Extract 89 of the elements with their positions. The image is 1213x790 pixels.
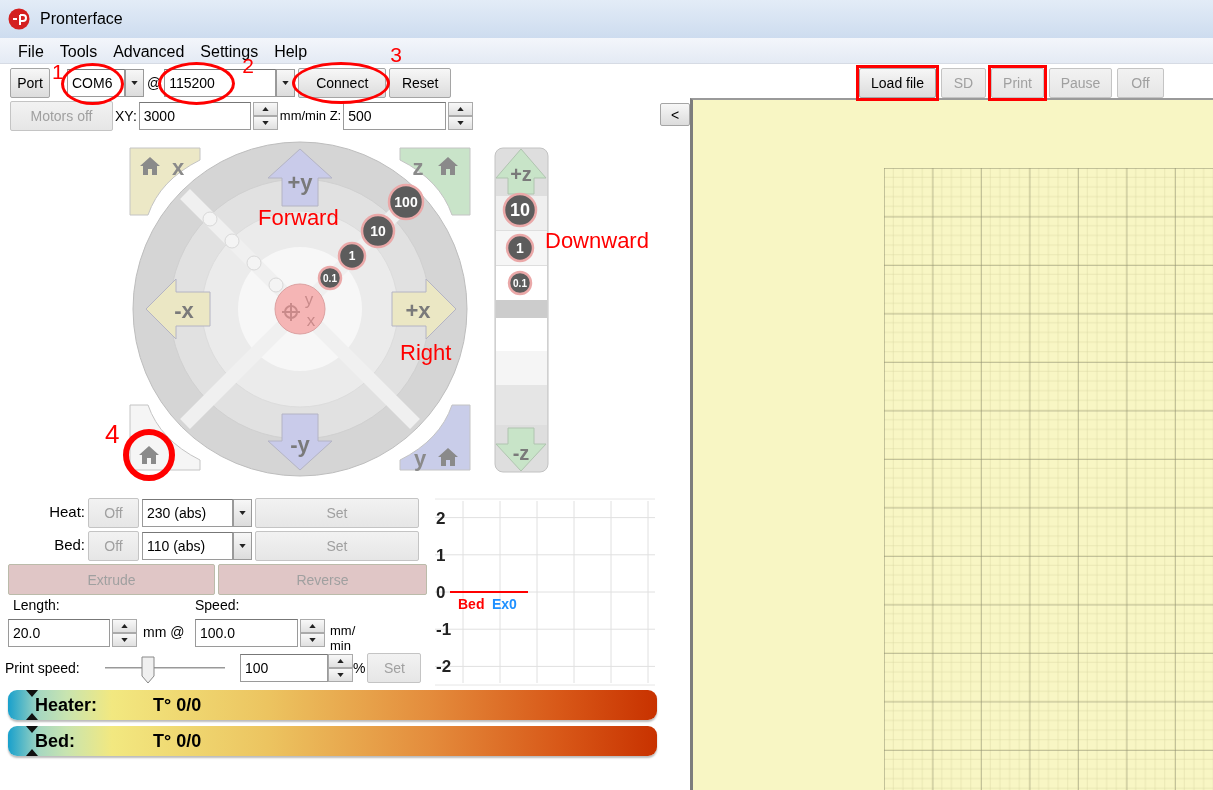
port-field[interactable]: COM6	[67, 69, 125, 97]
axis-tick-label: -1	[436, 620, 452, 640]
menu-item[interactable]: File	[10, 37, 52, 64]
step-button[interactable]: 0.1	[507, 270, 533, 296]
percent-label: %	[353, 658, 366, 678]
home-button[interactable]	[129, 404, 201, 471]
temp-label: Heat:	[48, 502, 85, 523]
caret-icon	[131, 81, 138, 85]
down-arrow-icon	[261, 121, 269, 125]
spin-down-button[interactable]	[328, 668, 353, 682]
speed-unit-label: mm/min	[329, 622, 356, 653]
gauge-reading: T° 0/0	[153, 693, 202, 717]
jog-button[interactable]: -x	[145, 278, 211, 340]
xy-label: XY:	[115, 106, 137, 126]
speed-label: Speed:	[195, 596, 240, 615]
reset-button[interactable]: Reset	[389, 68, 452, 98]
caret-icon	[282, 81, 290, 85]
annotation-label: Downward	[545, 228, 649, 253]
speed-field[interactable]: 100.0	[195, 618, 298, 647]
app-logo-icon	[8, 8, 30, 30]
axis-tick-label: 0	[436, 583, 446, 602]
dropdown-button[interactable]	[125, 69, 144, 97]
xy-feed-field[interactable]: 3000	[138, 102, 251, 130]
length-label: Length:	[13, 596, 61, 615]
step-button[interactable]: 100	[387, 183, 425, 221]
up-arrow-icon	[261, 107, 269, 111]
down-arrow-icon	[121, 637, 128, 642]
dropdown-button[interactable]	[276, 69, 296, 97]
temperature-field[interactable]: 110 (abs)	[142, 531, 233, 560]
temperature-field[interactable]: 230 (abs)	[142, 498, 233, 527]
slider-thumb[interactable]	[141, 656, 156, 684]
step-button[interactable]: 1	[505, 233, 535, 263]
spin-up-button[interactable]	[328, 654, 353, 668]
down-arrow-icon	[457, 121, 465, 125]
legend-label: Bed	[458, 596, 485, 612]
caret-icon	[239, 543, 246, 548]
down-arrow-icon	[337, 673, 344, 677]
spin-down-button[interactable]	[448, 116, 474, 130]
length-unit-label: mm @	[142, 623, 186, 642]
home-icon	[140, 157, 160, 175]
spin-up-button[interactable]	[252, 102, 278, 116]
feed-unit-label: mm/min Z:	[279, 107, 342, 126]
dropdown-button[interactable]	[233, 531, 252, 560]
callout-number: 4	[105, 419, 120, 449]
gauge-label: Bed:	[34, 729, 76, 753]
step-button[interactable]: 0.1	[317, 265, 343, 291]
menu-item[interactable]: Advanced	[105, 37, 193, 64]
spin-up-button[interactable]	[448, 102, 474, 116]
caret-icon	[239, 510, 246, 515]
down-arrow-icon	[309, 637, 316, 642]
print-speed-slider[interactable]	[105, 654, 225, 682]
menu-item[interactable]: Tools	[51, 37, 106, 64]
axis-tick-label: 2	[436, 508, 446, 528]
annotation-label: Right	[400, 340, 452, 365]
step-button[interactable]: 1	[337, 241, 367, 271]
crosshair-icon	[281, 302, 301, 322]
temp-label: Bed:	[53, 535, 85, 556]
home-icon	[438, 157, 458, 175]
up-arrow-icon	[337, 659, 344, 663]
up-arrow-icon	[121, 623, 128, 628]
axis-tick-label: -2	[436, 657, 452, 677]
print-speed-label: Print speed:	[5, 658, 81, 678]
up-arrow-icon	[457, 107, 465, 111]
dropdown-button[interactable]	[233, 498, 252, 527]
annotation-label: Forward	[258, 205, 339, 230]
menu-item[interactable]: Help	[266, 37, 316, 64]
axis-tick-label: 1	[436, 545, 446, 565]
spin-down-button[interactable]	[252, 116, 278, 130]
step-button[interactable]: 10	[502, 192, 538, 228]
step-button[interactable]: 10	[360, 213, 396, 249]
callout-number: 3	[390, 44, 402, 65]
z-feed-field[interactable]: 500	[343, 102, 447, 130]
toolbar-button[interactable]: Load file	[859, 68, 936, 98]
home-icon	[139, 446, 159, 464]
length-field[interactable]: 20.0	[8, 618, 110, 647]
port-button[interactable]: Port	[10, 68, 50, 98]
home-icon	[438, 448, 458, 466]
gauge-label: Heater:	[34, 693, 99, 717]
legend-label: Ex0	[492, 596, 517, 612]
callout-number: 1	[52, 61, 64, 82]
spin-up-button[interactable]	[300, 618, 325, 633]
up-arrow-icon	[309, 623, 316, 628]
window-title: Pronterface	[40, 9, 123, 29]
collapse-button[interactable]: <	[660, 103, 690, 126]
print-speed-field[interactable]: 100	[240, 654, 328, 682]
gauge-reading: T° 0/0	[153, 729, 202, 753]
connect-button[interactable]: Connect	[298, 68, 387, 98]
jog-button[interactable]: +x	[391, 278, 457, 340]
spin-up-button[interactable]	[112, 618, 137, 633]
